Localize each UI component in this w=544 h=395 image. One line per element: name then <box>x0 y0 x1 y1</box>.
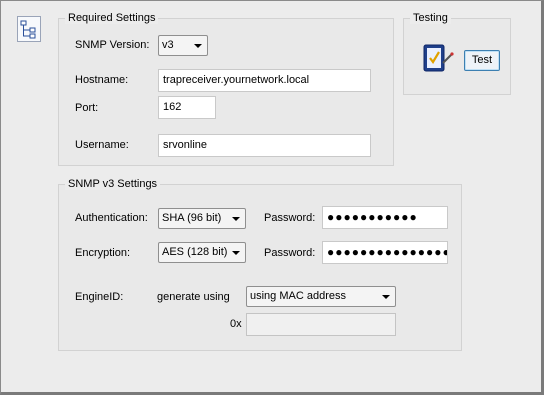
engine-id-method-select[interactable]: using MAC address <box>246 286 396 307</box>
encryption-select[interactable]: AES (128 bit) <box>158 242 246 263</box>
required-settings-title: Required Settings <box>65 12 159 24</box>
clipboard-check-icon <box>421 41 455 75</box>
engine-id-method-value: using MAC address <box>250 290 346 302</box>
engine-id-field[interactable] <box>246 313 396 336</box>
port-label: Port: <box>75 102 99 114</box>
username-label: Username: <box>75 139 129 151</box>
snmp-version-select[interactable]: v3 <box>158 35 208 56</box>
chevron-down-icon <box>382 295 390 299</box>
authentication-select[interactable]: SHA (96 bit) <box>158 208 246 229</box>
network-tree-icon <box>17 16 41 42</box>
snmp-version-value: v3 <box>162 39 174 51</box>
generate-using-label: generate using <box>157 291 230 303</box>
hostname-field[interactable]: trapreceiver.yournetwork.local <box>158 69 371 92</box>
enc-password-label: Password: <box>264 247 316 259</box>
username-field[interactable]: srvonline <box>158 134 371 157</box>
authentication-value: SHA (96 bit) <box>162 212 222 224</box>
engine-id-label: EngineID: <box>75 291 124 303</box>
hostname-label: Hostname: <box>75 74 129 86</box>
encryption-value: AES (128 bit) <box>162 246 228 258</box>
authentication-label: Authentication: <box>75 212 148 224</box>
auth-password-label: Password: <box>264 212 316 224</box>
testing-title: Testing <box>410 12 451 24</box>
encryption-label: Encryption: <box>75 247 131 259</box>
port-field[interactable]: 162 <box>158 96 216 119</box>
chevron-down-icon <box>232 217 240 221</box>
enc-password-field[interactable]: ●●●●●●●●●●●●●●● <box>322 241 448 264</box>
test-button[interactable]: Test <box>464 50 500 71</box>
chevron-down-icon <box>232 251 240 255</box>
snmp-settings-panel: Required Settings SNMP Version: v3 Hostn… <box>0 0 544 395</box>
auth-password-field[interactable]: ●●●●●●●●●●● <box>322 206 448 229</box>
snmp-version-label: SNMP Version: <box>75 39 150 51</box>
hex-prefix-label: 0x <box>230 318 242 330</box>
snmp-v3-settings-title: SNMP v3 Settings <box>65 178 161 190</box>
chevron-down-icon <box>194 44 202 48</box>
